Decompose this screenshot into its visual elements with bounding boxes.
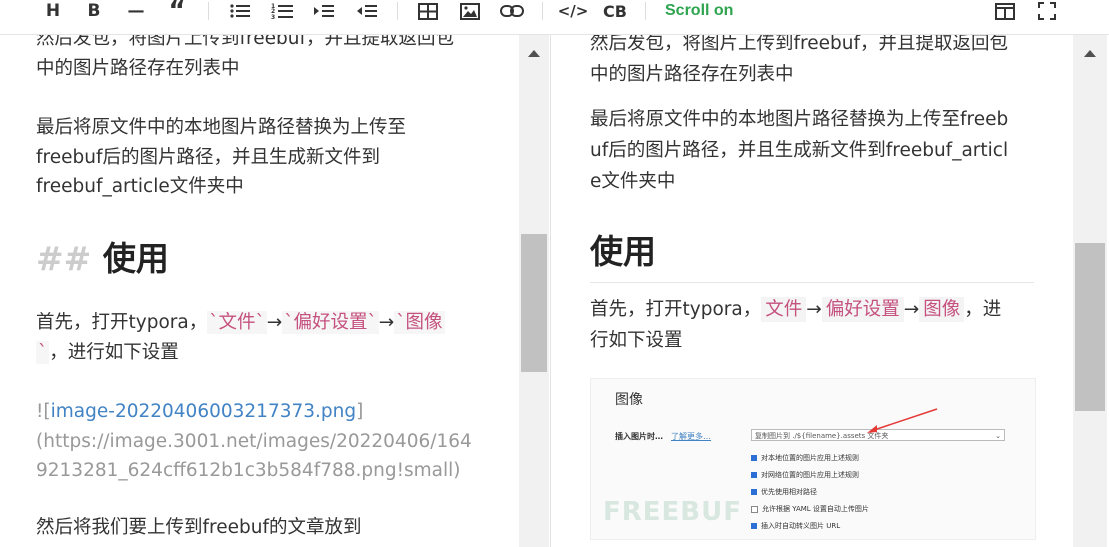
editor-image-markdown: ![image-20220406003217373.png] (https://… xyxy=(36,401,472,481)
preview-paragraph: 首先，打开typora， 文件 → 偏好设置 → 图像 ，进 行如下设置 xyxy=(590,297,1002,351)
unordered-list-icon[interactable] xyxy=(229,0,251,22)
image-option: 对本地位置的图片应用上述规则 xyxy=(751,453,859,463)
preview-scroll-thumb[interactable] xyxy=(1075,243,1105,411)
markdown-editor[interactable]: 然后发包，将图片上传到freebuf，并且提取返回包 中的图片路径存在列表中 最… xyxy=(0,35,519,547)
image-settings-title: 图像 xyxy=(615,392,643,408)
table-icon[interactable] xyxy=(417,0,439,22)
editor-scroll-thumb[interactable] xyxy=(521,234,547,372)
image-option: 优先使用相对路径 xyxy=(751,487,817,497)
horizontal-rule-button[interactable]: — xyxy=(124,0,148,22)
freebuf-watermark: FREEBUF xyxy=(603,497,742,527)
toolbar-divider xyxy=(542,2,543,20)
ordered-list-icon[interactable]: 123 xyxy=(271,0,293,22)
image-alt-link[interactable]: image-20220406003217373.png xyxy=(51,401,357,422)
preview-paragraph: 然后发包，将图片上传到freebuf，并且提取返回包 中的图片路径存在列表中 xyxy=(590,35,1008,85)
pane-divider xyxy=(550,35,551,547)
bold-button[interactable]: B xyxy=(84,0,104,22)
editor-paragraph: 最后将原文件中的本地图片路径替换为上传至 freebuf后的图片路径，并且生成新… xyxy=(36,117,407,197)
scroll-up-icon[interactable] xyxy=(519,44,549,62)
image-option: 对网络位置的图片应用上述规则 xyxy=(751,470,859,480)
editor-paragraph: 然后发包，将图片上传到freebuf，并且提取返回包 中的图片路径存在列表中 xyxy=(36,35,454,79)
red-arrow-annotation xyxy=(867,408,938,433)
preview-paragraph: 最后将原文件中的本地图片路径替换为上传至freeb uf后的图片路径，并且生成新… xyxy=(590,109,1009,192)
fullscreen-icon[interactable] xyxy=(1036,0,1058,22)
toolbar-divider xyxy=(397,2,398,20)
toolbar-divider xyxy=(208,2,209,20)
editor-paragraph: 首先，打开typora， `文件` → `偏好设置` → `图像 ` ，进行如下设置 xyxy=(36,311,445,364)
link-icon[interactable] xyxy=(500,0,524,22)
editor-scrollbar[interactable] xyxy=(519,35,549,547)
preview-heading: 使用 xyxy=(590,225,1034,283)
image-insert-label: 插入图片时… xyxy=(615,432,663,441)
editor-toolbar: H B — “ 123 </> CB Scroll on xyxy=(0,0,1109,35)
heading-button[interactable]: H xyxy=(43,0,63,22)
quote-button[interactable]: “ xyxy=(166,0,188,26)
scroll-sync-toggle[interactable]: Scroll on xyxy=(665,0,733,22)
scroll-up-icon[interactable] xyxy=(1073,44,1107,62)
indent-icon[interactable] xyxy=(313,0,335,22)
code-block-button[interactable]: CB xyxy=(601,0,629,22)
svg-text:3: 3 xyxy=(271,14,275,20)
preview-scrollbar[interactable] xyxy=(1073,35,1107,547)
preview-image: 图像 插入图片时… 了解更多… 复制图片到 ./${filename}.asse… xyxy=(590,378,1036,540)
split-view-icon[interactable] xyxy=(994,0,1016,22)
editor-heading: ## 使用 xyxy=(36,239,169,278)
image-icon[interactable] xyxy=(459,0,481,22)
inline-code-button[interactable]: </> xyxy=(558,0,589,22)
editor-paragraph: 然后将我们要上传到freebuf的文章放到 xyxy=(36,517,362,538)
image-option: 插入时自动转义图片 URL xyxy=(751,521,840,531)
outdent-icon[interactable] xyxy=(356,0,378,22)
image-learn-more: 了解更多… xyxy=(671,432,711,441)
markdown-preview: 然后发包，将图片上传到freebuf，并且提取返回包 中的图片路径存在列表中 最… xyxy=(553,35,1072,547)
toolbar-divider xyxy=(645,2,646,20)
image-option: 允许根据 YAML 设置自动上传图片 xyxy=(751,504,869,514)
